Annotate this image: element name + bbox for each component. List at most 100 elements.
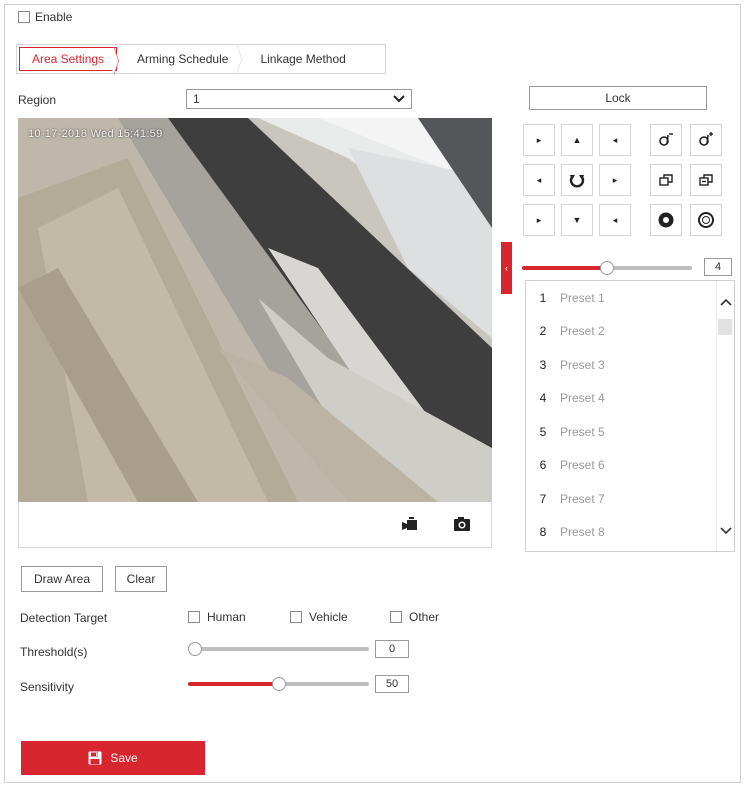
preset-name: Preset 8 [560, 525, 605, 539]
live-video[interactable] [18, 118, 492, 502]
iris-open-button[interactable] [650, 204, 682, 236]
chevron-down-icon [393, 95, 405, 103]
enable-label: Enable [35, 10, 73, 24]
arrow-down-right-icon: ◂ [612, 214, 618, 225]
scroll-thumb[interactable] [718, 319, 732, 335]
arrow-right-icon: ▸ [612, 174, 618, 185]
lock-button[interactable]: Lock [529, 86, 707, 110]
ptz-down-button[interactable]: ▼ [561, 204, 593, 236]
sensitivity-value[interactable]: 50 [375, 675, 409, 693]
preset-number: 7 [539, 491, 547, 506]
preset-item[interactable]: 1 Preset 1 [526, 281, 714, 314]
snapshot-icon[interactable] [453, 516, 471, 532]
arrow-up-left-icon: ▸ [536, 134, 542, 145]
human-checkbox[interactable] [188, 611, 200, 623]
save-label: Save [110, 751, 138, 765]
arrow-up-right-icon: ◂ [612, 134, 618, 145]
preset-item[interactable]: 2 Preset 2 [526, 315, 714, 348]
video-osd-timestamp: 10-17-2018 Wed 15:41:59 [28, 128, 163, 140]
slider-knob[interactable] [188, 642, 202, 656]
focus-near-button[interactable] [650, 164, 682, 196]
ptz-up-right-button[interactable]: ◂ [599, 124, 631, 156]
video-frame-image [18, 118, 492, 502]
enable-checkbox[interactable] [18, 11, 30, 23]
vehicle-option[interactable]: Vehicle [290, 610, 348, 624]
zoom-out-button[interactable] [690, 124, 722, 156]
ptz-up-left-button[interactable]: ▸ [523, 124, 555, 156]
collapse-panel-tab[interactable]: ‹ [501, 242, 512, 294]
region-select[interactable]: 1 [186, 89, 412, 109]
zoom-in-icon [659, 133, 673, 146]
ptz-down-right-button[interactable]: ◂ [599, 204, 631, 236]
chevron-up-icon[interactable] [720, 298, 732, 306]
iris-open-icon [658, 212, 674, 228]
tab-area-settings[interactable]: Area Settings [19, 46, 119, 76]
zoom-in-button[interactable] [650, 124, 682, 156]
save-button[interactable]: Save [21, 741, 205, 775]
other-option[interactable]: Other [390, 610, 439, 624]
preset-item[interactable]: 5 Preset 5 [526, 415, 714, 448]
iris-close-icon [698, 212, 714, 228]
preset-item[interactable]: 3 Preset 3 [526, 348, 714, 381]
tab-bar: Area Settings Arming Schedule Linkage Me… [16, 44, 386, 76]
sensitivity-slider[interactable]: 50 [188, 674, 412, 694]
enable-option[interactable]: Enable [18, 10, 72, 24]
ptz-auto-button[interactable] [561, 164, 593, 196]
region-label: Region [18, 93, 57, 107]
ptz-up-button[interactable]: ▲ [561, 124, 593, 156]
threshold-value[interactable]: 0 [375, 640, 409, 658]
preset-number: 5 [539, 424, 547, 439]
sensitivity-label: Sensitivity [20, 680, 75, 694]
focus-far-button[interactable] [690, 164, 722, 196]
arrow-up-icon: ▲ [572, 135, 582, 145]
preset-item[interactable]: 8 Preset 8 [526, 516, 714, 549]
slider-track [188, 647, 369, 651]
preset-name: Preset 1 [560, 290, 605, 305]
threshold-label: Threshold(s) [20, 645, 88, 659]
preset-number: 4 [539, 391, 547, 405]
human-label: Human [207, 610, 246, 624]
tab-label: Area Settings [32, 52, 105, 66]
draw-area-button[interactable]: Draw Area [21, 566, 103, 592]
other-label: Other [409, 610, 440, 624]
ptz-down-left-button[interactable]: ▸ [523, 204, 555, 236]
slider-fill [188, 682, 279, 686]
threshold-slider[interactable]: 0 [188, 639, 412, 659]
arrow-down-left-icon: ▸ [536, 214, 542, 225]
human-option[interactable]: Human [188, 610, 246, 624]
preset-number: 8 [539, 525, 547, 539]
preset-name: Preset 6 [560, 458, 605, 472]
ptz-left-button[interactable]: ◂ [523, 164, 555, 196]
detection-target-label: Detection Target [20, 611, 108, 625]
preset-number: 6 [539, 458, 547, 472]
ptz-speed-value[interactable]: 4 [704, 258, 732, 276]
preset-name: Preset 7 [560, 491, 605, 506]
other-checkbox[interactable] [390, 611, 402, 623]
tab-linkage-method[interactable]: Linkage Method [240, 45, 357, 73]
focus-near-icon [659, 174, 673, 186]
slider-fill [522, 266, 607, 270]
save-icon [88, 751, 102, 765]
zoom-out-icon [699, 132, 713, 146]
tab-arming-schedule[interactable]: Arming Schedule [117, 44, 243, 74]
tab-label: Linkage Method [260, 52, 346, 66]
preset-item[interactable]: 6 Preset 6 [526, 449, 714, 482]
ptz-right-button[interactable]: ▸ [599, 164, 631, 196]
preset-name: Preset 2 [560, 324, 605, 338]
arrow-left-icon: ◂ [536, 174, 542, 185]
iris-close-button[interactable] [690, 204, 722, 236]
preset-scrollbar[interactable] [716, 281, 734, 551]
region-value: 1 [193, 92, 200, 106]
focus-far-icon [699, 174, 713, 186]
preset-item[interactable]: 4 Preset 4 [526, 382, 714, 415]
preset-name: Preset 5 [560, 424, 605, 439]
record-icon[interactable] [402, 516, 418, 532]
slider-knob[interactable] [272, 677, 286, 691]
slider-knob[interactable] [600, 261, 614, 275]
ptz-speed-slider[interactable]: 4 [522, 258, 734, 278]
chevron-down-icon[interactable] [720, 527, 732, 535]
arrow-down-icon: ▼ [572, 215, 582, 225]
vehicle-checkbox[interactable] [290, 611, 302, 623]
preset-item[interactable]: 7 Preset 7 [526, 482, 714, 515]
clear-button[interactable]: Clear [115, 566, 167, 592]
